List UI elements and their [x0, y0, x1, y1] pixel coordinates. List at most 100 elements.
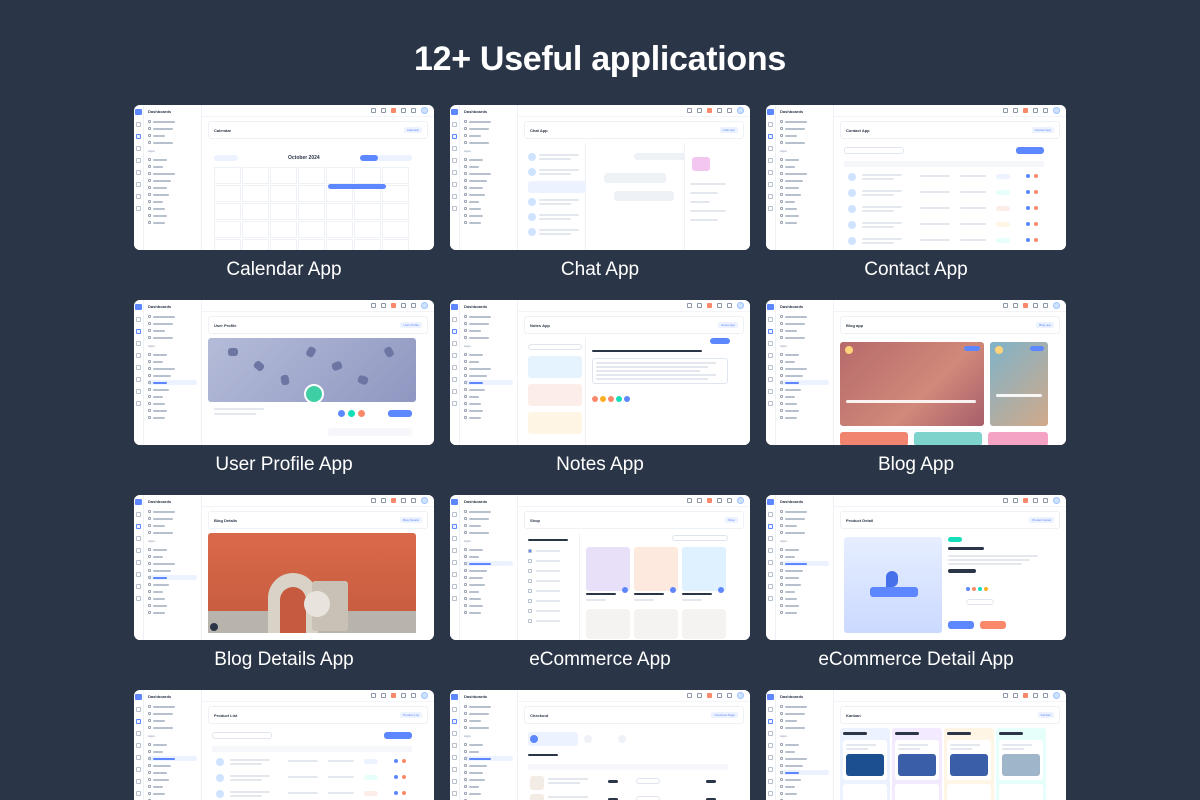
mini-block: [382, 167, 409, 184]
mini-block: [670, 587, 676, 593]
mini-nav-item: [464, 185, 513, 190]
mini-nav-item: [464, 770, 513, 775]
mini-nav-item: [464, 547, 513, 552]
mini-block: [394, 775, 398, 779]
app-card-blog-app[interactable]: Dashboards Apps Blog app Blog app Blog App: [766, 300, 1066, 475]
topbar-icon: [421, 302, 428, 309]
mini-topbar: [834, 300, 1066, 312]
mini-breadcrumb-badge: User Profile: [400, 322, 422, 328]
logo-icon: [451, 694, 458, 700]
mini-block: [586, 593, 616, 595]
mini-page-title: Product List: [214, 712, 238, 718]
topbar-icon: [1003, 693, 1008, 698]
mini-content: [840, 728, 1060, 800]
mini-topbar: [202, 105, 434, 117]
rail-icon: [136, 194, 141, 199]
app-card-contact-app[interactable]: Dashboards Apps Contact App Contact App Cont…: [766, 105, 1066, 280]
mini-block: [230, 779, 262, 781]
mini-nav-item: [148, 119, 197, 124]
mini-nav-item: [464, 171, 513, 176]
mini-block: [298, 239, 325, 250]
mini-block: [539, 169, 579, 171]
rail-icon: [136, 122, 141, 127]
logo-icon: [135, 109, 142, 115]
mini-icon-rail: [766, 495, 776, 640]
mini-nav-item: [148, 408, 197, 413]
app-card-blog-details-app[interactable]: Dashboards Apps Blog Details Blog Details Bl…: [134, 495, 434, 670]
topbar-icon: [371, 303, 376, 308]
topbar-icon: [391, 303, 396, 308]
mini-block: [844, 147, 904, 154]
rail-icon: [452, 548, 457, 553]
topbar-icon: [707, 693, 712, 698]
topbar-icon: [381, 108, 386, 113]
mini-nav-item: [148, 178, 197, 183]
mini-block: [536, 550, 560, 552]
app-label: eCommerce Detail App: [818, 649, 1014, 670]
topbar-icon: [727, 108, 732, 113]
topbar-icon: [1023, 693, 1028, 698]
logo-icon: [451, 109, 458, 115]
mini-nav-item: [148, 206, 197, 211]
mini-block: [596, 370, 700, 372]
mini-block: [999, 732, 1023, 735]
mini-block: [690, 201, 710, 203]
app-screenshot: Dashboards Apps Blog app Blog app: [766, 300, 1066, 445]
mini-block: [920, 207, 950, 209]
mini-block: [1026, 190, 1030, 194]
mini-block: [354, 239, 381, 250]
mini-block: [634, 153, 686, 160]
mini-nav-item: [148, 401, 197, 406]
mini-nav-item: [780, 178, 829, 183]
mini-brand: Dashboards: [464, 694, 488, 699]
mini-nav-item: [148, 171, 197, 176]
mini-block: [212, 746, 412, 752]
app-card-checkout[interactable]: Dashboards Apps Checkout Checkout Page: [450, 690, 750, 800]
rail-icon: [452, 329, 457, 334]
app-card-user-profile-app[interactable]: Dashboards Apps User Profile User Profile Us…: [134, 300, 434, 475]
mini-block: [843, 784, 887, 800]
app-card-kanban[interactable]: Dashboards Apps Kanban Kanban: [766, 690, 1066, 800]
mini-block: [528, 764, 728, 770]
mini-block: [536, 620, 560, 622]
mini-caption: Apps: [148, 734, 155, 738]
mini-nav-item: [148, 523, 197, 528]
mini-block: [530, 794, 544, 800]
app-card-chat-app[interactable]: Dashboards Apps Chat App Chat App Chat App: [450, 105, 750, 280]
mini-block: [298, 185, 325, 202]
rail-icon: [136, 389, 141, 394]
topbar-icon: [401, 693, 406, 698]
mini-sidebar: Dashboards Apps: [144, 300, 202, 445]
app-card-ecommerce-app[interactable]: Dashboards Apps Shop Shop eCommerce App: [450, 495, 750, 670]
mini-block: [586, 609, 630, 639]
app-card-product-list[interactable]: Dashboards Apps Product List Product List: [134, 690, 434, 800]
mini-block: [980, 621, 1006, 629]
mini-caption: Apps: [780, 539, 787, 543]
mini-block: [964, 346, 980, 351]
mini-brand: Dashboards: [780, 109, 804, 114]
mini-block: [1026, 174, 1030, 178]
mini-main: Checkout Checkout Page: [518, 690, 750, 800]
mini-breadcrumb-badge: Checkout Page: [711, 712, 738, 718]
mini-main: Blog Details Blog Details: [202, 495, 434, 640]
mini-block: [528, 213, 536, 221]
mini-page-title: Blog app: [846, 322, 864, 328]
mini-breadcrumb-badge: Blog Details: [399, 517, 422, 523]
mini-nav-item: [148, 582, 197, 587]
app-card-ecommerce-detail-app[interactable]: Dashboards Apps Product Detail Product Deta…: [766, 495, 1066, 670]
topbar-icon: [1013, 693, 1018, 698]
topbar-icon: [421, 692, 428, 699]
app-card-notes-app[interactable]: Dashboards Apps Notes App Notes App Notes Ap…: [450, 300, 750, 475]
mini-caption: Apps: [148, 344, 155, 348]
app-screenshot: Dashboards Apps Calendar Calendar October 20…: [134, 105, 434, 250]
topbar-icon: [687, 498, 692, 503]
mini-block: [528, 569, 532, 573]
mini-block: [596, 378, 708, 380]
mini-block: [382, 185, 409, 202]
mini-block: [348, 410, 355, 417]
mini-block: [214, 167, 241, 184]
mini-block: [862, 206, 902, 208]
rail-icon: [768, 584, 773, 589]
mini-block: [536, 570, 560, 572]
app-card-calendar-app[interactable]: Dashboards Apps Calendar Calendar October 20…: [134, 105, 434, 280]
